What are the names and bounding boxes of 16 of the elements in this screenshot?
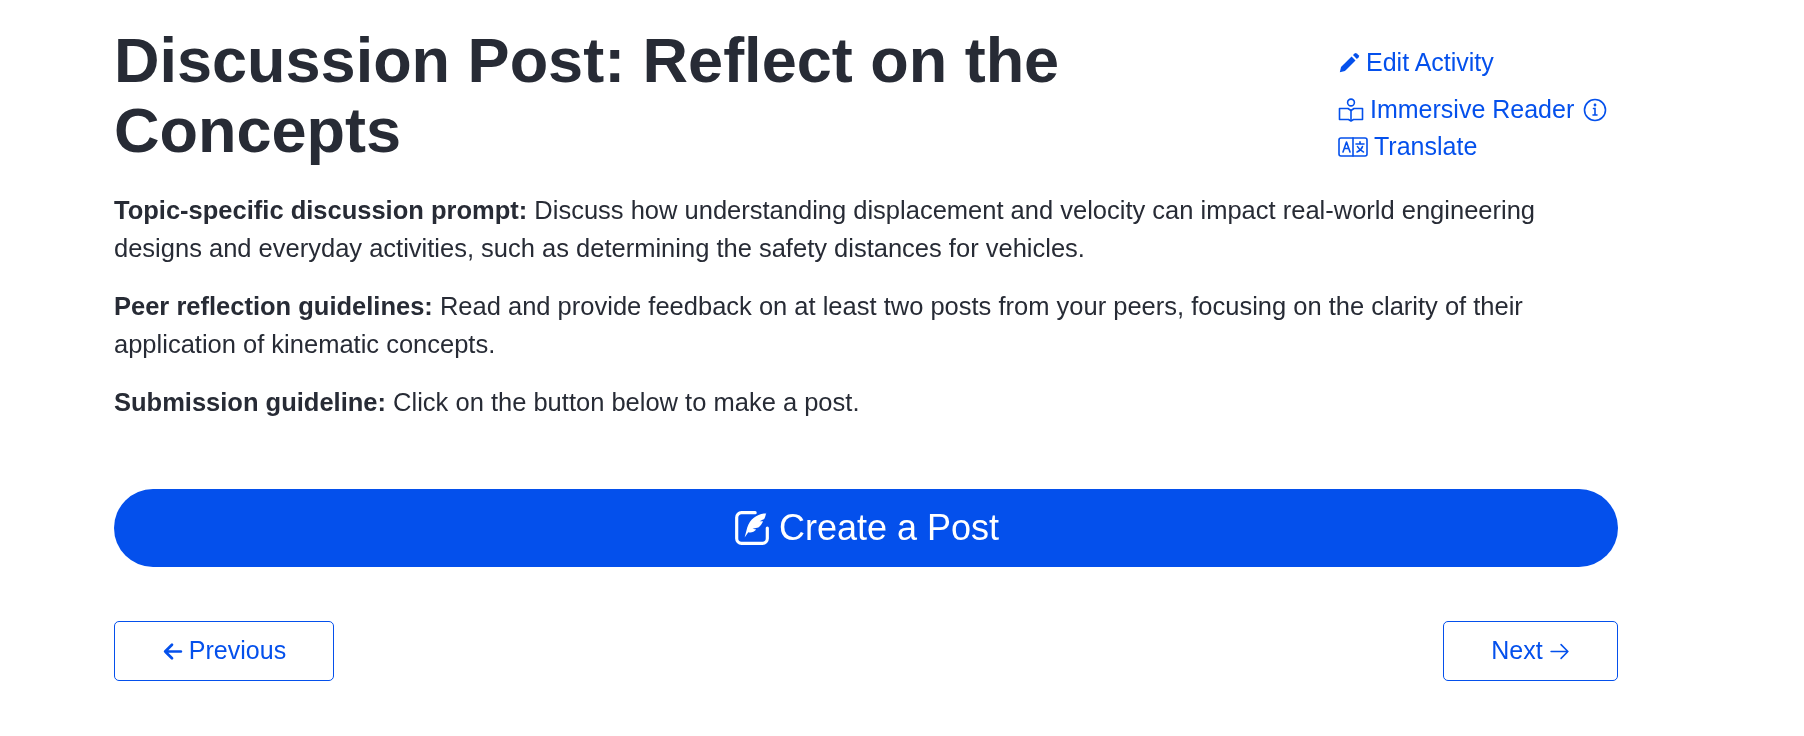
reader-book-icon [1338,97,1364,122]
compose-feather-icon [732,509,771,547]
previous-button[interactable]: Previous [114,621,334,681]
create-post-button[interactable]: Create a Post [114,489,1618,567]
instruction-paragraph: Peer reflection guidelines: Read and provide feedback on at least two posts from your peers, focusing on the clarity of their application of kinematic concepts. [114,291,1524,360]
instruction-paragraph: Submission guideline: Click on the button below to make a post. [114,387,861,418]
translate-link[interactable]: Translate [1338,127,1478,166]
translate-icon [1338,136,1368,157]
edit-activity-link[interactable]: Edit Activity [1338,43,1494,82]
instruction-paragraph: Topic-specific discussion prompt: Discuss how understanding displacement and velocity can impact real-world engineering designs and everyday activities, such as determining the safety distances for vehicles. [114,195,1537,264]
pencil-icon [1338,51,1360,74]
immersive-reader-link[interactable]: Immersive Reader [1338,90,1575,129]
arrow-left-icon [161,640,183,662]
next-button[interactable]: Next [1443,621,1618,681]
page-title: Discussion Post: Reflect on the Concepts [114,25,1061,165]
info-icon[interactable] [1583,97,1608,122]
